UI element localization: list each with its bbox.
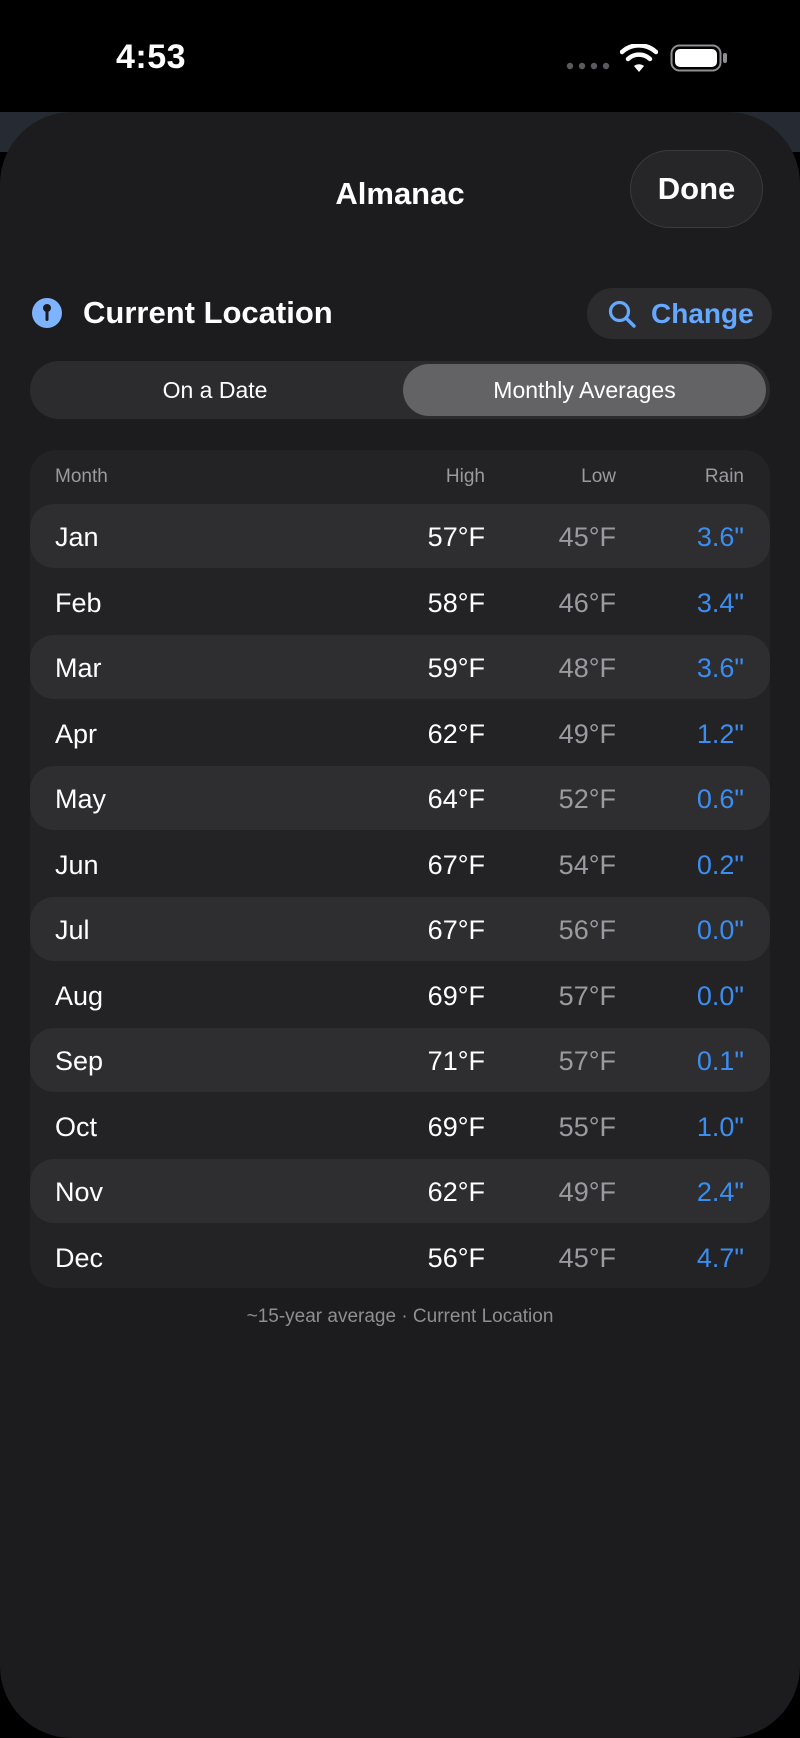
cell-high: 56°F xyxy=(427,1242,485,1273)
cell-low: 49°F xyxy=(558,718,616,749)
cell-month: Oct xyxy=(55,1111,98,1142)
cell-month: May xyxy=(55,784,107,814)
segment-on-a-date[interactable]: On a Date xyxy=(33,364,397,416)
cell-high: 64°F xyxy=(427,784,485,814)
table-row: Sep 71°F 57°F 0.1" xyxy=(30,1028,770,1092)
cell-low: 46°F xyxy=(558,587,616,618)
header-month: Month xyxy=(55,466,108,487)
battery-icon xyxy=(670,44,727,72)
table-row: Aug 69°F 57°F 0.0" xyxy=(30,963,770,1027)
table-row: Nov 62°F 49°F 2.4" xyxy=(30,1159,770,1223)
cell-low: 45°F xyxy=(558,1242,616,1273)
wifi-icon xyxy=(620,44,658,72)
table-row: Mar 59°F 48°F 3.6" xyxy=(30,635,770,699)
cell-month: Sep xyxy=(55,1046,104,1076)
change-label: Change xyxy=(651,297,754,329)
cell-rain: 0.6" xyxy=(696,784,744,814)
cell-rain: 2.4" xyxy=(696,1177,744,1207)
screen: 4:53 Almanac Done Current Location Chang… xyxy=(0,0,800,1738)
status-bar: 4:53 xyxy=(0,0,800,112)
cell-low: 55°F xyxy=(558,1111,616,1142)
table-row: Jul 67°F 56°F 0.0" xyxy=(30,897,770,961)
table-row: Jan 57°F 45°F 3.6" xyxy=(30,504,770,568)
location-row: Current Location Change xyxy=(30,284,772,342)
header-high: High xyxy=(445,466,485,487)
cell-low: 52°F xyxy=(558,784,616,814)
cell-low: 49°F xyxy=(558,1177,616,1207)
cell-rain: 3.6" xyxy=(696,653,744,683)
cell-low: 48°F xyxy=(558,653,616,683)
table-row: Feb 58°F 46°F 3.4" xyxy=(30,570,770,634)
done-button[interactable]: Done xyxy=(630,150,763,228)
table-row: May 64°F 52°F 0.6" xyxy=(30,766,770,830)
cell-high: 59°F xyxy=(427,653,485,683)
search-icon xyxy=(608,300,636,328)
cell-high: 57°F xyxy=(427,522,485,552)
status-time: 4:53 xyxy=(116,38,187,76)
cell-month: Aug xyxy=(55,980,104,1011)
cell-high: 62°F xyxy=(427,718,485,749)
cell-high: 69°F xyxy=(427,980,485,1011)
table-row: Jun 67°F 54°F 0.2" xyxy=(30,832,770,896)
cell-low: 45°F xyxy=(558,522,616,552)
cell-month: Apr xyxy=(55,718,98,749)
cell-rain: 4.7" xyxy=(696,1242,744,1273)
cell-high: 71°F xyxy=(427,1046,485,1076)
location-label: Current Location xyxy=(83,295,333,330)
cell-month: Jan xyxy=(55,522,99,552)
cell-high: 67°F xyxy=(427,849,485,880)
footnote: ~15-year average · Current Location xyxy=(246,1306,554,1327)
cell-low: 54°F xyxy=(558,849,616,880)
header-rain: Rain xyxy=(704,466,744,487)
cell-month: Mar xyxy=(55,653,102,683)
cell-low: 56°F xyxy=(558,915,616,945)
location-pin-icon xyxy=(32,298,62,328)
change-location-button[interactable]: Change xyxy=(587,288,772,339)
cellular-icon xyxy=(566,62,610,70)
table-row: Oct 69°F 55°F 1.0" xyxy=(30,1094,770,1158)
cell-high: 69°F xyxy=(427,1111,485,1142)
cell-month: Feb xyxy=(55,587,102,618)
table-row: Apr 62°F 49°F 1.2" xyxy=(30,701,770,765)
cell-rain: 0.2" xyxy=(696,849,744,880)
cell-low: 57°F xyxy=(558,1046,616,1076)
cell-rain: 0.1" xyxy=(696,1046,744,1076)
header-low: Low xyxy=(581,466,616,487)
cell-rain: 0.0" xyxy=(696,915,744,945)
cell-high: 67°F xyxy=(427,915,485,945)
cell-high: 58°F xyxy=(427,587,485,618)
segment-monthly-averages[interactable]: Monthly Averages xyxy=(403,364,766,416)
cell-rain: 3.6" xyxy=(696,522,744,552)
table-row: Dec 56°F 45°F 4.7" xyxy=(30,1225,770,1289)
cell-rain: 3.4" xyxy=(696,587,744,618)
cell-rain: 1.2" xyxy=(696,718,744,749)
cell-month: Jul xyxy=(55,915,90,945)
monthly-averages-table: Month High Low Rain Jan 57°F 45°F 3.6" Feb 58… xyxy=(30,450,770,1288)
mode-segmented-control: On a Date Monthly Averages xyxy=(30,361,770,419)
cell-high: 62°F xyxy=(427,1177,485,1207)
cell-rain: 1.0" xyxy=(696,1111,744,1142)
cell-month: Dec xyxy=(55,1242,104,1273)
almanac-sheet: Almanac Done Current Location Change On … xyxy=(0,112,800,1738)
cell-rain: 0.0" xyxy=(696,980,744,1011)
cell-month: Jun xyxy=(55,849,99,880)
cell-low: 57°F xyxy=(558,980,616,1011)
cell-month: Nov xyxy=(55,1177,104,1207)
